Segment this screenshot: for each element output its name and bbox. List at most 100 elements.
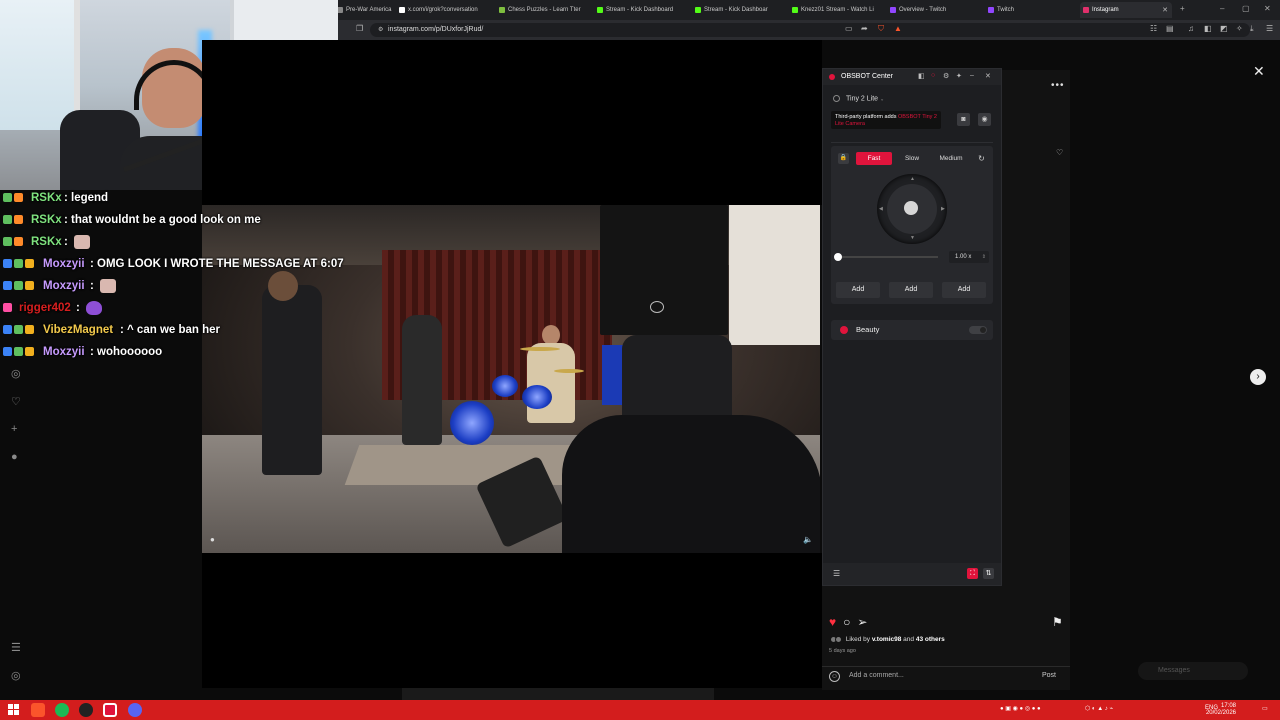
obsbot-app-icon[interactable] xyxy=(103,703,117,717)
beauty-toggle[interactable] xyxy=(969,326,987,334)
share-icon[interactable]: ➢ xyxy=(857,615,867,629)
notification-icon[interactable]: ▭ xyxy=(1262,705,1268,712)
record-icon[interactable]: ○ xyxy=(931,72,935,79)
tray-icons[interactable]: ● ▣ ◉ ● ◎ ● ● xyxy=(1000,705,1041,712)
brave-shield-icon[interactable]: ⛉ xyxy=(878,24,884,34)
discord-app-icon[interactable] xyxy=(128,703,142,717)
messages-button[interactable]: Messages xyxy=(1138,662,1248,680)
chat-username[interactable]: VibezMagnet xyxy=(43,319,113,341)
chat-username[interactable]: Moxzyii xyxy=(43,253,85,275)
zoom-value-input[interactable]: 1.00 x ⇕ xyxy=(949,251,989,263)
chat-username[interactable]: rigger402 xyxy=(19,297,71,319)
post-comment-button[interactable]: Post xyxy=(1042,672,1056,679)
comment-like-icon[interactable]: ♡ xyxy=(1056,148,1063,157)
pin-icon[interactable]: ✦ xyxy=(956,72,962,80)
add-preset-button[interactable]: Add xyxy=(836,282,880,298)
swap-icon[interactable]: ⇅ xyxy=(983,568,994,579)
tracking-icon[interactable]: ⛶ xyxy=(967,568,978,579)
minimize-icon[interactable]: – xyxy=(970,72,974,79)
extensions-icon[interactable]: ☷ xyxy=(1150,24,1157,33)
arrow-left-icon[interactable]: ◀ xyxy=(879,206,883,212)
webcam-icon[interactable]: ◉ xyxy=(978,113,991,126)
media-icon[interactable]: ♫ xyxy=(1188,24,1194,33)
close-icon[interactable]: ✕ xyxy=(985,72,991,80)
close-post-icon[interactable]: ✕ xyxy=(1253,63,1265,80)
new-tab-icon[interactable]: + xyxy=(1180,4,1185,13)
browser-tab[interactable]: Twitch xyxy=(985,2,1077,18)
device-selector[interactable]: Tiny 2 Lite ⌄ xyxy=(833,95,884,102)
liked-by-user-link[interactable]: v.tomic98 xyxy=(872,636,902,643)
sidebar-icon[interactable]: ◧ xyxy=(1204,24,1212,33)
start-button[interactable] xyxy=(8,704,20,716)
minimize-icon[interactable]: – xyxy=(1220,4,1224,13)
browser-tab[interactable]: Knezz01 Stream - Watch Li xyxy=(789,2,879,18)
brave-app-icon[interactable] xyxy=(31,703,45,717)
video-progress[interactable] xyxy=(402,688,714,700)
chat-username[interactable]: RSKx xyxy=(31,187,62,209)
chat-username[interactable]: Moxzyii xyxy=(43,275,85,297)
gimbal-joystick[interactable]: ▲ ▼ ◀ ▶ xyxy=(877,174,947,244)
rewards-icon[interactable]: ▲ xyxy=(894,24,902,33)
lock-icon[interactable]: 🔒 xyxy=(838,153,849,164)
menu-icon[interactable]: ☰ xyxy=(833,569,840,578)
arrow-up-icon[interactable]: ▲ xyxy=(910,176,915,182)
close-tab-icon[interactable]: ✕ xyxy=(1162,6,1168,14)
arrow-right-icon[interactable]: ▶ xyxy=(941,206,945,212)
others-link[interactable]: 43 others xyxy=(916,636,945,643)
speed-medium-button[interactable]: Medium xyxy=(933,152,969,165)
platform-notice[interactable]: Third-party platform adds OBSBOT Tiny 2 … xyxy=(831,111,941,129)
explore-icon[interactable]: ◎ xyxy=(11,367,21,380)
zoom-slider[interactable] xyxy=(834,253,938,261)
chrome-app-icon[interactable] xyxy=(79,703,93,717)
wallet-icon[interactable]: ▤ xyxy=(1166,24,1174,33)
mute-icon[interactable]: 🔈 xyxy=(803,535,813,544)
arrow-down-icon[interactable]: ▼ xyxy=(910,235,915,241)
more-menu-icon[interactable]: ☰ xyxy=(11,641,21,654)
like-heart-icon[interactable]: ♥ xyxy=(829,615,836,629)
browser-tab[interactable]: Stream - Kick Dashboar xyxy=(692,2,780,18)
maximize-icon[interactable]: ▢ xyxy=(1242,4,1250,13)
bookmark-icon[interactable]: ❐ xyxy=(356,24,363,33)
leo-icon[interactable]: ✧ xyxy=(1236,24,1243,33)
browser-tab[interactable]: Chess Puzzles - Learn Tter xyxy=(496,2,588,18)
comment-icon[interactable]: ○ xyxy=(843,615,850,629)
chat-username[interactable]: RSKx xyxy=(31,209,62,231)
download-icon[interactable]: ⤓ xyxy=(1250,24,1254,34)
url-input[interactable]: instagram.com/p/DUxforJjRud/ xyxy=(370,23,1250,37)
next-post-button[interactable]: › xyxy=(1250,369,1266,385)
close-window-icon[interactable]: ✕ xyxy=(1264,4,1271,13)
browser-tab[interactable]: x.com/i/grok?conversation xyxy=(396,2,488,18)
add-preset-button[interactable]: Add xyxy=(942,282,986,298)
share-icon[interactable]: ➦ xyxy=(861,24,868,33)
browser-tab-active[interactable]: Instagram ✕ xyxy=(1080,2,1172,18)
speed-slow-button[interactable]: Slow xyxy=(897,152,927,165)
snapshot-icon[interactable]: ◙ xyxy=(957,113,970,126)
network-icon[interactable]: ⬡ ◐ ▲ ♪ ⌁ xyxy=(1085,705,1113,712)
settings-icon[interactable]: ⚙ xyxy=(943,72,949,80)
save-icon[interactable]: ⚑ xyxy=(1052,615,1063,629)
browser-tab[interactable]: Pre-War America xyxy=(334,2,394,18)
reset-icon[interactable]: ↻ xyxy=(976,153,987,164)
chat-username[interactable]: RSKx xyxy=(31,231,62,253)
zoom-slider-handle[interactable] xyxy=(834,253,842,261)
vpn-icon[interactable]: ◩ xyxy=(1220,24,1228,33)
comment-input[interactable]: Add a comment... xyxy=(849,672,904,679)
chat-username[interactable]: Moxzyii xyxy=(43,341,85,363)
spotify-app-icon[interactable] xyxy=(55,703,69,717)
profile-icon[interactable]: ● xyxy=(11,451,18,463)
layout-icon[interactable]: ◧ xyxy=(918,72,925,80)
more-options-icon[interactable]: ••• xyxy=(1051,80,1065,91)
stepper-icon[interactable]: ⇕ xyxy=(982,251,986,263)
clock[interactable]: 17:08 20/02/2026 xyxy=(1206,703,1236,717)
emoji-icon[interactable]: ☺ xyxy=(829,671,840,682)
add-preset-button[interactable]: Add xyxy=(889,282,933,298)
speed-fast-button[interactable]: Fast xyxy=(856,152,892,165)
menu-icon[interactable]: ☰ xyxy=(1266,24,1273,33)
create-icon[interactable]: + xyxy=(11,423,17,435)
browser-tab[interactable]: Overview - Twitch xyxy=(887,2,979,18)
browser-tab[interactable]: Stream - Kick Dashboard xyxy=(594,2,690,18)
screen-icon[interactable]: ▭ xyxy=(845,24,853,33)
site-info-icon[interactable]: ⚙ xyxy=(378,26,383,33)
joystick-knob[interactable] xyxy=(904,201,918,215)
threads-icon[interactable]: ◎ xyxy=(11,669,21,682)
